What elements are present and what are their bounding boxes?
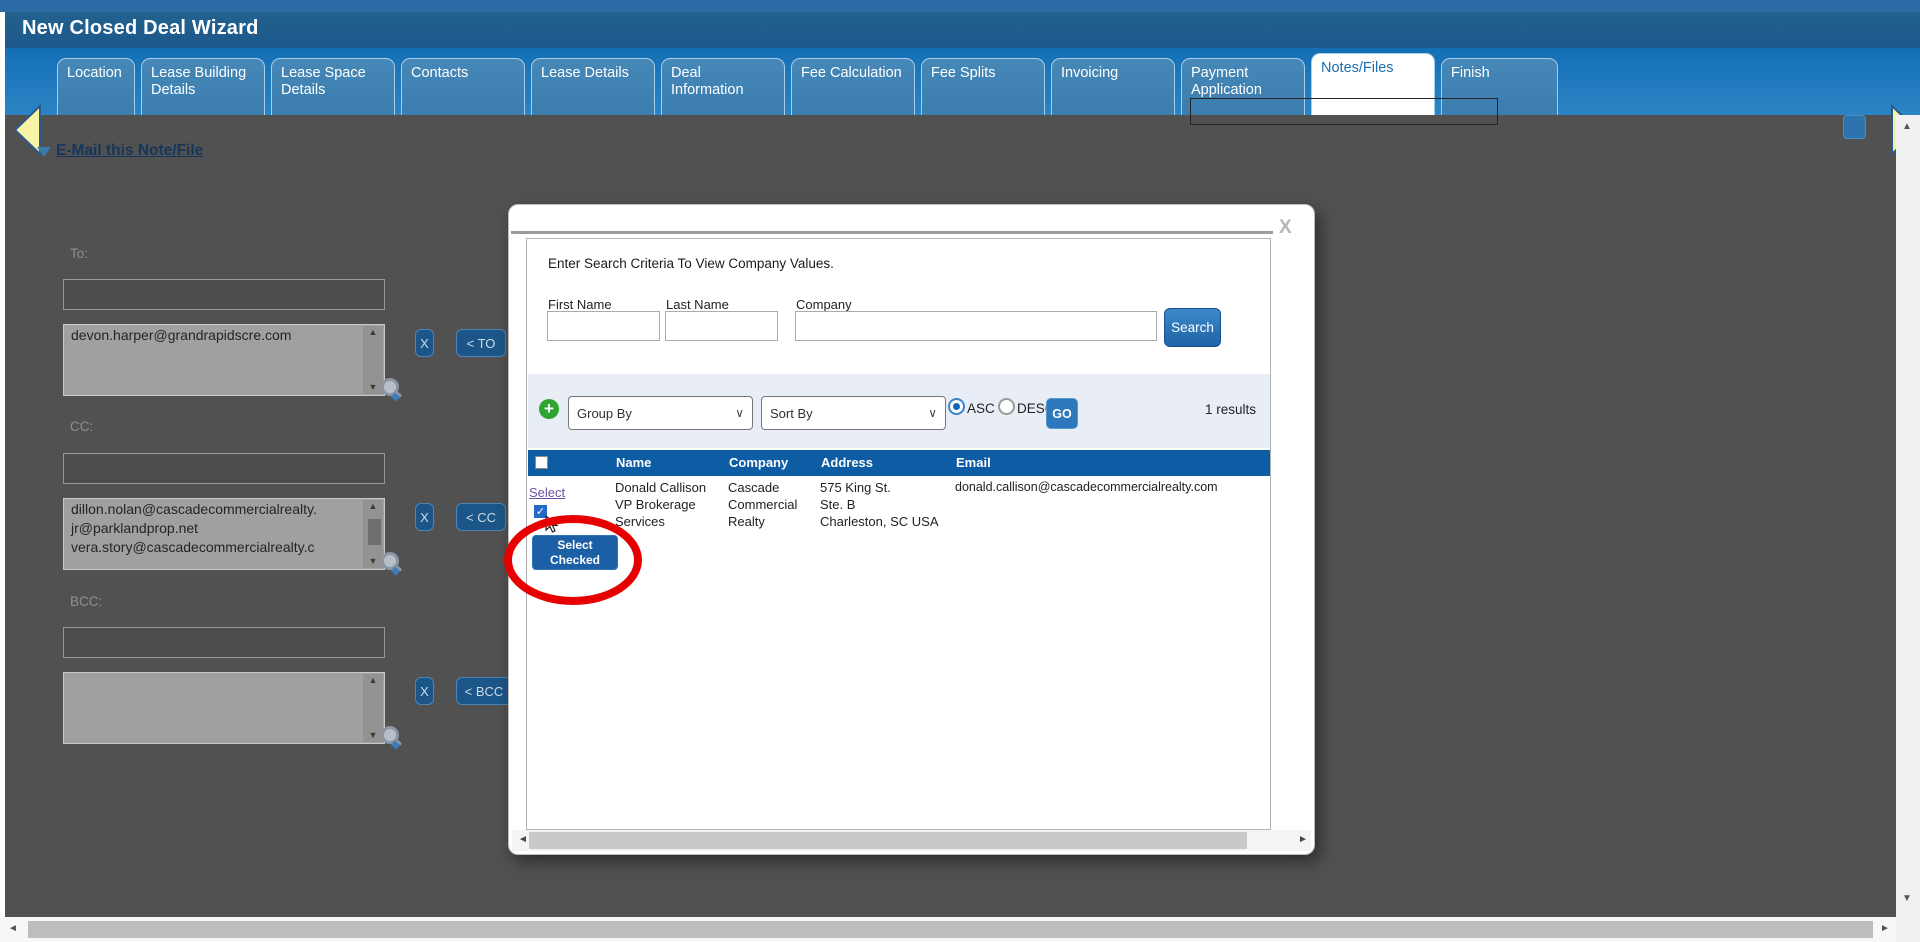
window-left-edge	[0, 12, 5, 917]
add-icon[interactable]: +	[539, 399, 559, 419]
scrollbar-thumb[interactable]	[529, 832, 1247, 849]
scroll-up-icon[interactable]: ▲	[369, 674, 378, 687]
close-icon[interactable]: X	[1279, 217, 1292, 239]
chevron-down-icon: ∨	[735, 406, 744, 420]
company-input[interactable]	[795, 311, 1157, 341]
move-bcc-button[interactable]: < BCC	[456, 677, 512, 705]
list-item[interactable]: devon.harper@grandrapidscre.com	[64, 325, 384, 344]
clear-cc-button[interactable]: X	[415, 503, 434, 531]
scroll-right-icon[interactable]: ►	[1880, 923, 1890, 934]
select-checked-button[interactable]: Select Checked	[532, 535, 618, 570]
dimmed-background-field	[1190, 98, 1498, 125]
column-header-email: Email	[956, 455, 991, 470]
scroll-up-icon[interactable]: ▲	[369, 326, 378, 339]
cell-name: Donald Callison VP Brokerage Services	[615, 480, 707, 529]
scroll-left-icon[interactable]: ◄	[518, 834, 528, 845]
select-row-link[interactable]: Select	[529, 485, 565, 500]
column-header-company: Company	[729, 455, 789, 470]
chevron-down-icon: ∨	[928, 406, 937, 420]
cell-address: 575 King St. Ste. B Charleston, SC USA	[820, 480, 939, 529]
page-title: New Closed Deal Wizard	[22, 17, 259, 39]
bcc-address-input[interactable]	[63, 627, 385, 658]
scroll-up-icon[interactable]: ▲	[1902, 121, 1912, 132]
tab-invoicing[interactable]: Invoicing	[1051, 58, 1175, 115]
scroll-down-icon[interactable]: ▼	[1902, 893, 1912, 904]
move-to-button[interactable]: < TO	[456, 329, 506, 357]
group-by-value: Group By	[577, 405, 632, 421]
list-item[interactable]: dillon.nolan@cascadecommercialrealty.	[64, 499, 384, 518]
cell-company: Cascade Commercial Realty	[728, 480, 798, 529]
sort-by-select[interactable]: Sort By ∨	[761, 396, 946, 430]
tab-lease-details[interactable]: Lease Details	[531, 58, 655, 115]
tab-lease-space-details[interactable]: Lease Space Details	[271, 58, 395, 115]
sort-toolbar: + Group By ∨ Sort By ∨ ASC DESC GO 1 res…	[528, 374, 1270, 448]
cc-label: CC:	[70, 419, 94, 434]
clear-to-button[interactable]: X	[415, 329, 434, 357]
list-item[interactable]: jr@parklandprop.net	[64, 518, 384, 537]
search-button[interactable]: Search	[1164, 308, 1221, 347]
tab-fee-calculation[interactable]: Fee Calculation	[791, 58, 915, 115]
to-address-input[interactable]	[63, 279, 385, 310]
results-table-header: Name Company Address Email	[528, 450, 1270, 476]
scroll-right-icon[interactable]: ►	[1298, 834, 1308, 845]
last-name-input[interactable]	[665, 311, 778, 341]
asc-label: ASC	[967, 401, 995, 416]
cell-email: donald.callison@cascadecommercialrealty.…	[955, 480, 1218, 494]
collapse-triangle-icon[interactable]	[37, 147, 51, 157]
tab-contacts[interactable]: Contacts	[401, 58, 525, 115]
row-checkbox[interactable]: ✓	[534, 505, 547, 518]
company-label: Company	[796, 297, 852, 312]
last-name-label: Last Name	[666, 297, 729, 312]
people-search-icon[interactable]	[378, 550, 404, 576]
search-instruction: Enter Search Criteria To View Company Va…	[548, 256, 834, 271]
bcc-address-list[interactable]: ▲ ▼	[63, 672, 385, 744]
page-vertical-scrollbar[interactable]: ▲ ▼	[1896, 115, 1920, 917]
scrollbar-thumb[interactable]	[28, 921, 1873, 938]
tab-fee-splits[interactable]: Fee Splits	[921, 58, 1045, 115]
tab-deal-information[interactable]: Deal Information	[661, 58, 785, 115]
scrollbar-thumb[interactable]	[368, 519, 381, 545]
cc-address-input[interactable]	[63, 453, 385, 484]
scrollbar-corner	[1896, 917, 1920, 942]
scroll-down-icon[interactable]: ▼	[369, 381, 378, 394]
tab-location[interactable]: Location	[57, 58, 135, 115]
scroll-up-icon[interactable]: ▲	[369, 500, 378, 513]
first-name-input[interactable]	[547, 311, 660, 341]
select-all-checkbox[interactable]	[535, 456, 548, 469]
page-horizontal-scrollbar[interactable]: ◄ ►	[0, 917, 1897, 942]
to-label: To:	[70, 246, 89, 261]
tab-lease-building-details[interactable]: Lease Building Details	[141, 58, 265, 115]
list-item[interactable]: vera.story@cascadecommercialrealty.c	[64, 537, 384, 556]
title-bar	[0, 12, 1920, 48]
asc-radio[interactable]	[948, 398, 965, 415]
move-cc-button[interactable]: < CC	[456, 503, 506, 531]
app-window: New Closed Deal Wizard Location Lease Bu…	[0, 0, 1920, 942]
company-search-dialog: X Enter Search Criteria To View Company …	[508, 204, 1315, 855]
group-by-select[interactable]: Group By ∨	[568, 396, 753, 430]
go-button[interactable]: GO	[1046, 398, 1078, 429]
people-search-icon[interactable]	[378, 376, 404, 402]
cc-address-list[interactable]: dillon.nolan@cascadecommercialrealty. jr…	[63, 498, 385, 570]
dialog-divider	[511, 231, 1273, 234]
dialog-horizontal-scrollbar[interactable]: ◄ ►	[512, 830, 1311, 851]
sort-by-value: Sort By	[770, 405, 813, 421]
first-name-label: First Name	[548, 297, 612, 312]
results-count: 1 results	[1204, 402, 1256, 417]
scroll-down-icon[interactable]: ▼	[369, 729, 378, 742]
wizard-tab-bar: Location Lease Building Details Lease Sp…	[0, 48, 1920, 157]
people-search-icon[interactable]	[378, 724, 404, 750]
scroll-left-icon[interactable]: ◄	[8, 923, 18, 934]
dimmed-background-button	[1843, 115, 1866, 139]
scroll-down-icon[interactable]: ▼	[369, 555, 378, 568]
column-header-name: Name	[616, 455, 652, 470]
desc-radio[interactable]	[998, 398, 1015, 415]
column-header-address: Address	[821, 455, 874, 470]
to-address-list[interactable]: devon.harper@grandrapidscre.com ▲ ▼	[63, 324, 385, 396]
bcc-label: BCC:	[70, 594, 103, 609]
dialog-body: Enter Search Criteria To View Company Va…	[526, 238, 1271, 830]
clear-bcc-button[interactable]: X	[415, 677, 434, 705]
email-note-file-link[interactable]: E-Mail this Note/File	[56, 142, 203, 160]
mouse-cursor-icon	[545, 515, 559, 533]
top-strip	[0, 0, 1920, 12]
